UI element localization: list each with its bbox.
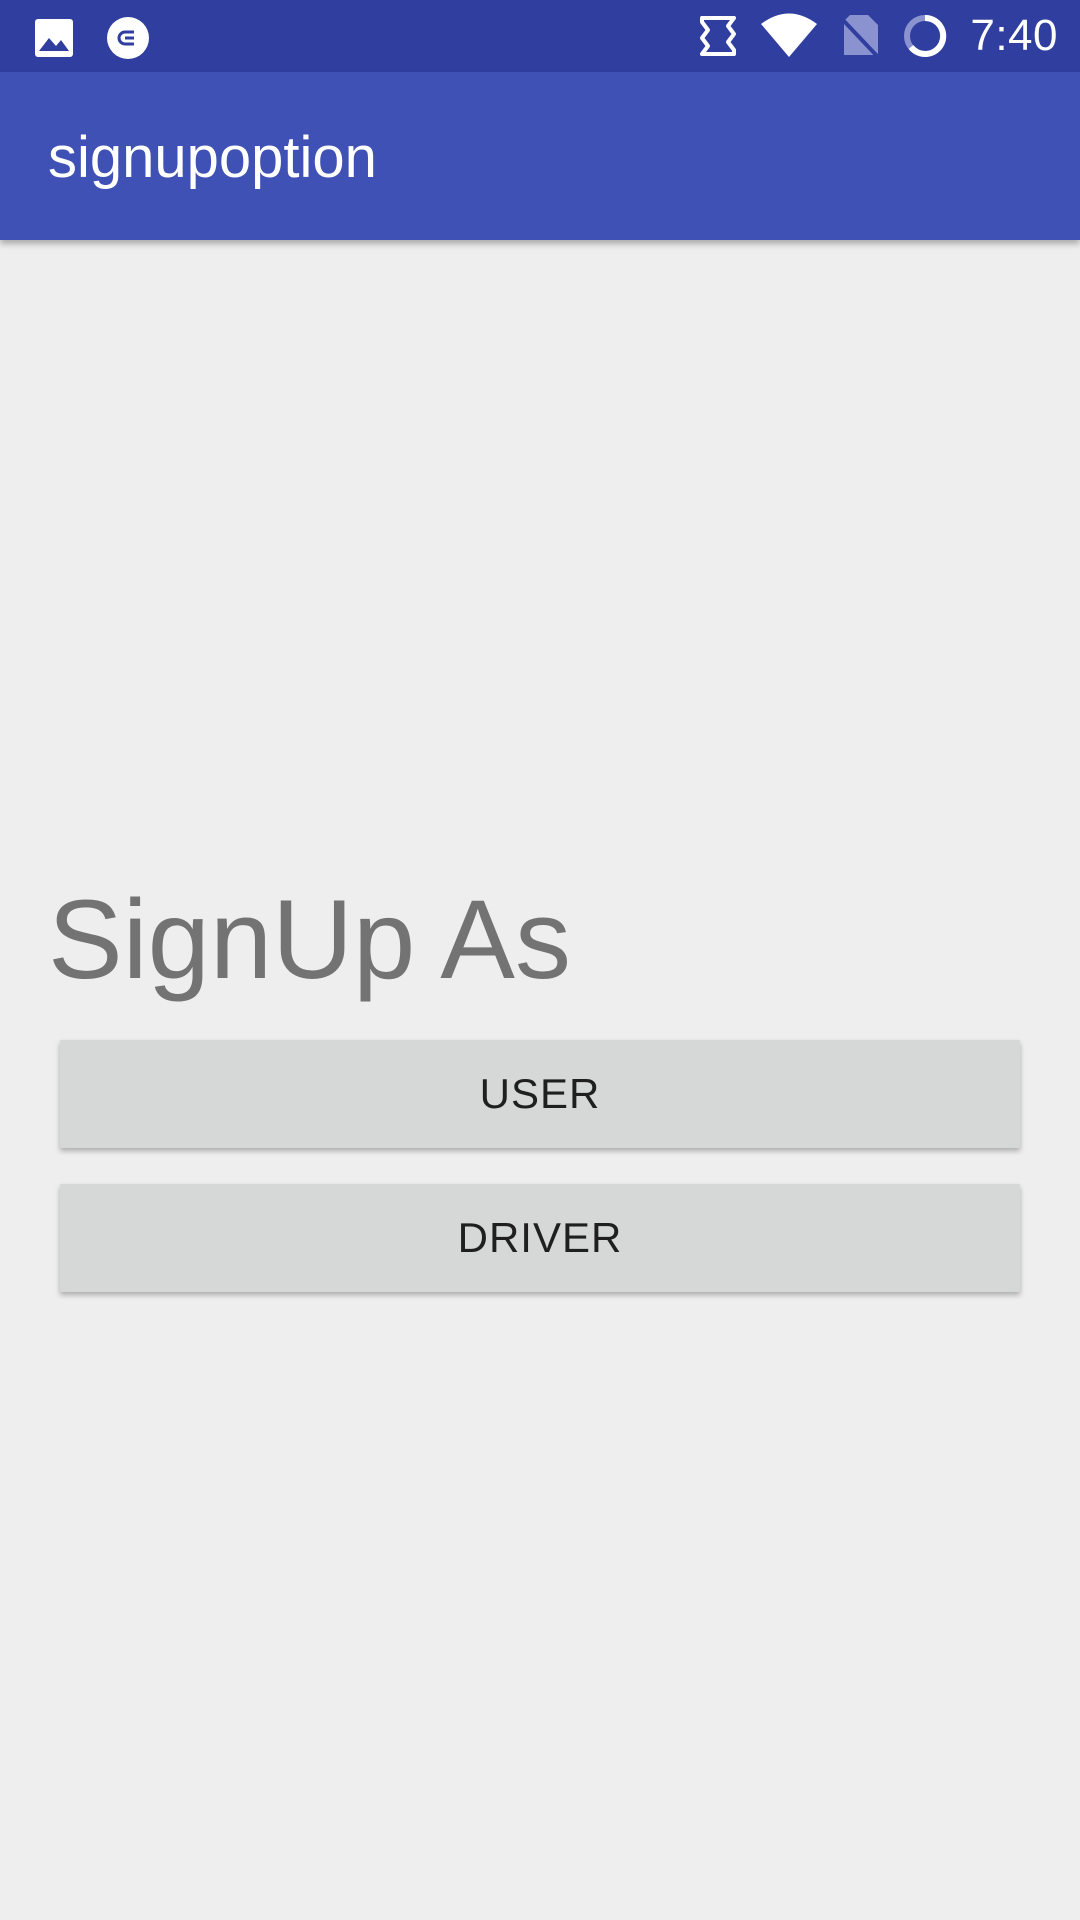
user-button-label: USER	[479, 1070, 601, 1117]
app-bar: signupoption	[0, 72, 1080, 240]
status-time: 7:40	[970, 11, 1058, 60]
wifi-icon	[760, 13, 818, 59]
image-icon	[34, 18, 74, 58]
screen: 7:40 signupoption SignUp As USER DRIVER	[0, 0, 1080, 1920]
status-bar: 7:40	[0, 0, 1080, 72]
battery-ring-icon	[902, 13, 948, 59]
nfc-icon	[698, 14, 738, 58]
signup-heading: SignUp As	[48, 877, 571, 1002]
driver-button-label: DRIVER	[457, 1214, 623, 1261]
no-sim-icon	[840, 13, 880, 59]
status-right-icons: 7:40	[698, 10, 1058, 62]
app-title: signupoption	[48, 125, 377, 190]
status-left-icons	[34, 16, 150, 60]
user-button[interactable]: USER	[60, 1040, 1020, 1148]
driver-button[interactable]: DRIVER	[60, 1184, 1020, 1292]
circle-link-icon	[106, 16, 150, 60]
